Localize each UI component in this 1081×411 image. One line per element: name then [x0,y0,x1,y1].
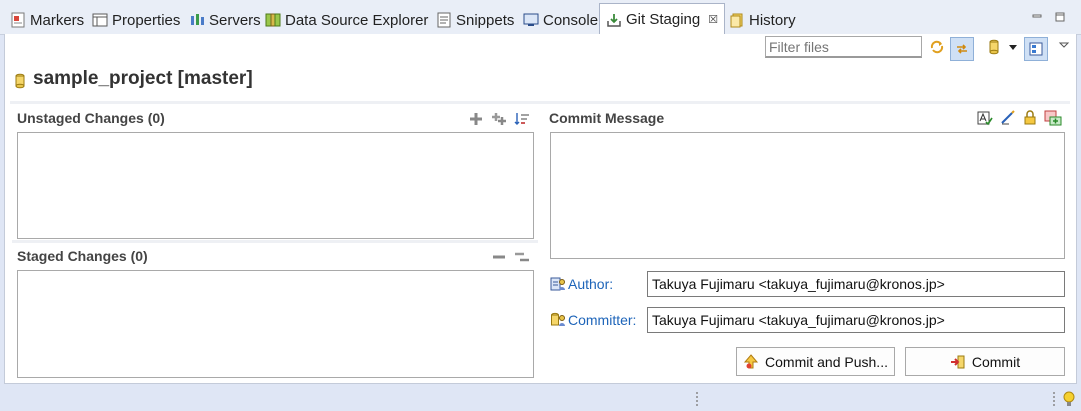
tab-git-staging[interactable]: Git Staging ☒ [599,3,726,35]
tab-history[interactable]: History [723,6,802,34]
tab-label: History [749,11,796,29]
tab-servers[interactable]: Servers [183,6,267,34]
tab-label: Servers [209,11,261,29]
staged-changes-list[interactable] [17,270,534,378]
properties-icon [92,12,108,28]
tab-properties[interactable]: Properties [86,6,186,34]
refresh-icon[interactable] [928,38,946,56]
tab-console[interactable]: Console [517,6,604,34]
spell-check-icon[interactable] [976,109,994,127]
commit-and-push-button[interactable]: Commit and Push... [736,347,895,376]
tab-label: Snippets [456,11,515,29]
committer-field[interactable] [647,307,1065,333]
snippets-icon [436,12,452,28]
tab-data-source-explorer[interactable]: Data Source Explorer [259,6,434,34]
history-icon [729,12,745,28]
tab-markers[interactable]: Markers [4,6,90,34]
unstaged-changes-list[interactable] [17,132,534,239]
servers-icon [189,12,205,28]
tab-label: Git Staging [626,11,701,28]
lock-icon[interactable] [1021,109,1039,127]
link-selection-icon[interactable] [950,37,974,61]
tab-label: Data Source Explorer [285,11,429,29]
commit-icon [950,354,966,370]
commit-push-icon [743,353,759,370]
repository-icon[interactable] [985,38,1003,56]
tab-snippets[interactable]: Snippets [430,6,520,34]
committer-label: Committer: [550,312,636,328]
minimize-icon[interactable] [1032,9,1042,19]
status-separator [1052,391,1056,410]
maximize-icon[interactable] [1055,9,1065,22]
tab-label: Properties [112,11,181,29]
data-source-icon [265,12,281,28]
tab-label: Console [543,11,599,29]
header-divider [10,101,1070,104]
tab-label: Markers [30,11,85,29]
author-label: Author: [550,276,613,292]
commit-button[interactable]: Commit [905,347,1065,376]
author-field[interactable] [647,271,1065,297]
unstaged-changes-title: Unstaged Changes (0) [17,110,165,126]
unstage-all-icon[interactable] [513,248,531,266]
markers-icon [10,12,26,28]
stage-icon[interactable] [467,110,485,128]
amend-commit-icon[interactable] [1044,109,1062,127]
status-separator [695,391,699,410]
console-icon [523,12,539,28]
close-icon[interactable]: ☒ [708,13,718,26]
view-menu-icon[interactable] [1055,36,1073,54]
commit-message-title: Commit Message [549,110,665,126]
pane-sash[interactable] [12,240,538,243]
stage-all-icon[interactable] [490,110,508,128]
add-signed-off-by-icon[interactable] [999,109,1017,127]
view-tab-bar: Markers Properties Servers Data Source E… [0,0,1081,35]
status-bar [0,387,1081,411]
dropdown-arrow-icon[interactable] [1004,38,1022,56]
unstage-icon[interactable] [490,248,508,266]
layout-icon[interactable] [1024,37,1048,61]
author-icon [550,276,566,292]
committer-icon [550,312,566,328]
repository-title: sample_project [master] [33,68,253,89]
staged-changes-title: Staged Changes (0) [17,248,148,264]
git-staging-icon [606,12,622,28]
sort-icon[interactable] [513,110,531,128]
lightbulb-icon[interactable] [1062,390,1076,411]
commit-message-textarea[interactable] [550,132,1065,259]
filter-files-input[interactable] [765,36,922,58]
repository-icon [14,73,26,92]
